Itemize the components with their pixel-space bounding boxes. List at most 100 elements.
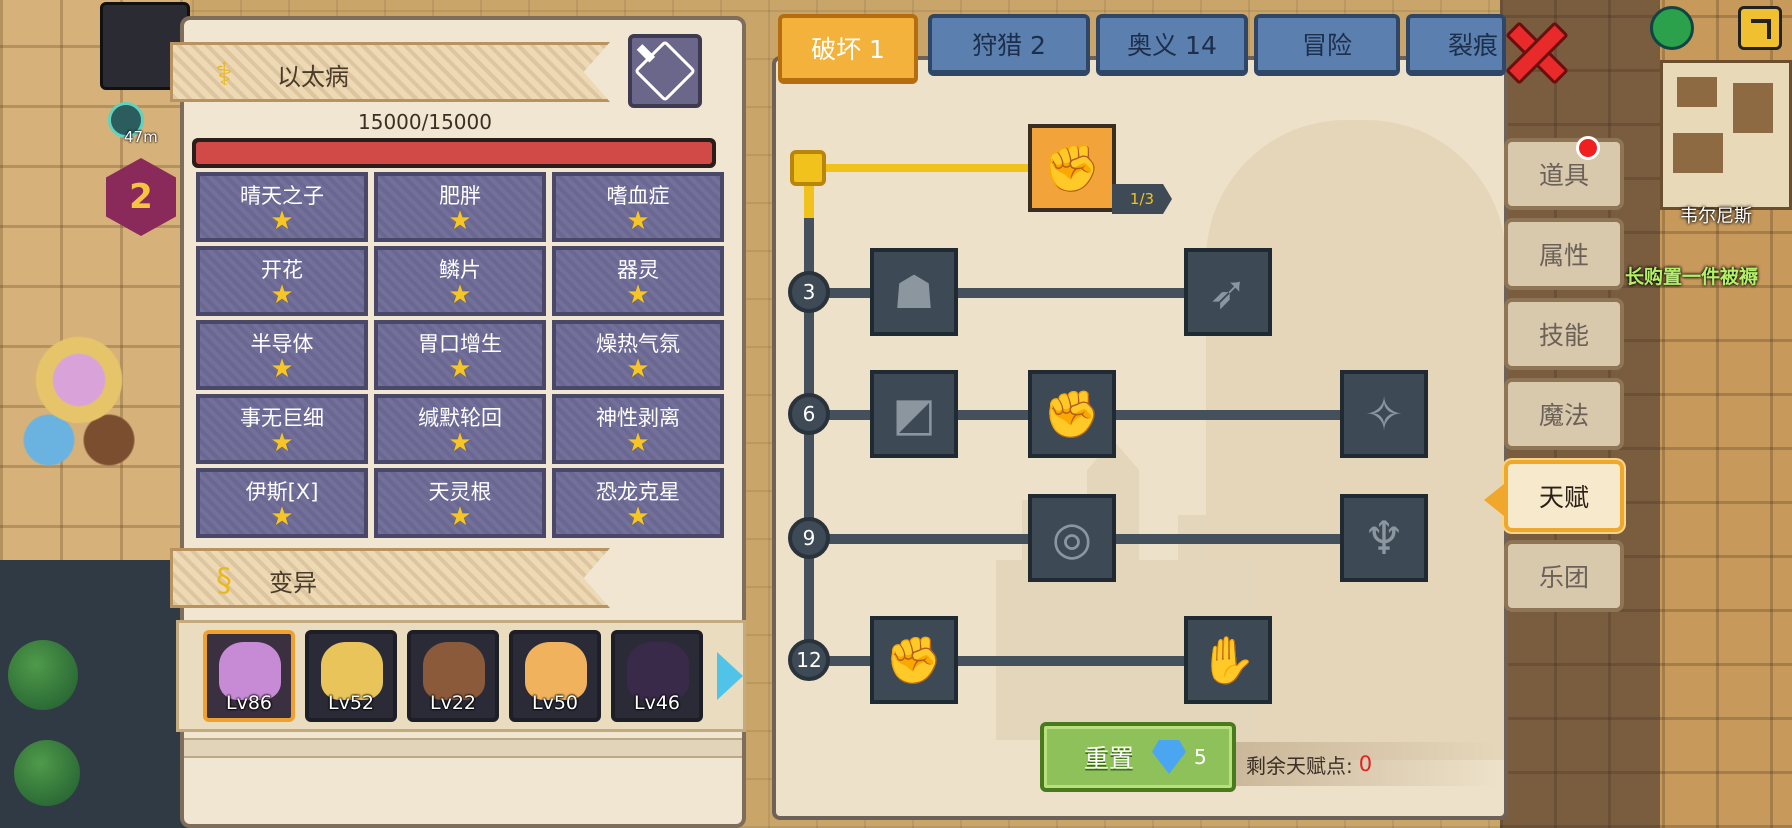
trait-card[interactable]: 燥热气氛 ★ bbox=[552, 320, 724, 390]
reset-button[interactable]: 重置 5 bbox=[1040, 722, 1236, 792]
character-card[interactable]: Lv50 bbox=[509, 630, 601, 722]
trait-name: 恐龙克星 bbox=[596, 480, 680, 504]
side-menu-item-4[interactable]: 天赋 bbox=[1504, 460, 1624, 532]
trait-name: 器灵 bbox=[617, 258, 659, 282]
caduceus-icon: ⚕ bbox=[215, 55, 233, 93]
side-menu-item-0[interactable]: 道具 bbox=[1504, 138, 1624, 210]
side-menu-item-3[interactable]: 魔法 bbox=[1504, 378, 1624, 450]
trait-card[interactable]: 恐龙克星 ★ bbox=[552, 468, 724, 538]
muscle-body-icon[interactable]: ☗ bbox=[870, 248, 958, 336]
tier-level-node: 3 bbox=[788, 271, 830, 313]
skill-glyph: ◎ bbox=[1051, 511, 1093, 565]
character-level: Lv86 bbox=[225, 692, 272, 714]
star-icon: ★ bbox=[270, 206, 294, 236]
trait-card[interactable]: 伊斯[X] ★ bbox=[196, 468, 368, 538]
character-card[interactable]: Lv22 bbox=[407, 630, 499, 722]
side-menu-item-5[interactable]: 乐团 bbox=[1504, 540, 1624, 612]
character-list: Lv86 Lv52 Lv22 Lv50 Lv46 bbox=[176, 620, 746, 732]
remaining-points: 剩余天赋点: 0 bbox=[1236, 742, 1498, 786]
disease-header: ⚕ 以太病 bbox=[170, 42, 610, 102]
trait-card[interactable]: 器灵 ★ bbox=[552, 246, 724, 316]
next-page-arrow-icon[interactable] bbox=[717, 652, 743, 700]
character-card[interactable]: Lv86 bbox=[203, 630, 295, 722]
trait-name: 事无巨细 bbox=[240, 406, 324, 430]
disease-title: 以太病 bbox=[277, 63, 349, 91]
tab-3[interactable]: 冒险 bbox=[1254, 14, 1400, 76]
tab-2[interactable]: 奥义 14 bbox=[1096, 14, 1248, 76]
root-connector bbox=[814, 164, 1028, 172]
star-icon: ★ bbox=[448, 354, 472, 384]
star-icon: ★ bbox=[270, 354, 294, 384]
tier-level-node: 12 bbox=[788, 639, 830, 681]
character-card[interactable]: Lv52 bbox=[305, 630, 397, 722]
trait-name: 晴天之子 bbox=[240, 184, 324, 208]
trait-name: 神性剥离 bbox=[596, 406, 680, 430]
trait-card[interactable]: 晴天之子 ★ bbox=[196, 172, 368, 242]
tree-icon bbox=[14, 740, 80, 806]
disease-hp-bar bbox=[192, 138, 716, 168]
trait-card[interactable]: 天灵根 ★ bbox=[374, 468, 546, 538]
tab-0[interactable]: 破坏 1 bbox=[778, 14, 918, 84]
shockwave-icon[interactable]: ◎ bbox=[1028, 494, 1116, 582]
skill-glyph: ☗ bbox=[893, 265, 935, 319]
tab-1[interactable]: 狩猎 2 bbox=[928, 14, 1090, 76]
tier-level-node: 9 bbox=[788, 517, 830, 559]
trait-card[interactable]: 事无巨细 ★ bbox=[196, 394, 368, 464]
tree-spine-active bbox=[804, 184, 814, 218]
minimap[interactable] bbox=[1660, 60, 1792, 210]
arrow-strike-icon[interactable]: ➶ bbox=[1184, 248, 1272, 336]
trait-card[interactable]: 开花 ★ bbox=[196, 246, 368, 316]
reset-cost: 5 bbox=[1194, 745, 1207, 769]
trait-card[interactable]: 神性剥离 ★ bbox=[552, 394, 724, 464]
mutation-title: 变异 bbox=[269, 569, 317, 597]
fist-icon[interactable]: ✊ bbox=[870, 616, 958, 704]
star-icon: ★ bbox=[448, 428, 472, 458]
trait-card[interactable]: 嗜血症 ★ bbox=[552, 172, 724, 242]
party-sprites bbox=[4, 300, 154, 500]
star-icon: ★ bbox=[270, 280, 294, 310]
trait-name: 胃口增生 bbox=[418, 332, 502, 356]
skill-glyph: ✊ bbox=[1043, 141, 1101, 195]
trait-card[interactable]: 肥胖 ★ bbox=[374, 172, 546, 242]
star-icon: ★ bbox=[448, 502, 472, 532]
star-icon: ★ bbox=[270, 428, 294, 458]
star-icon: ★ bbox=[626, 502, 650, 532]
trait-card[interactable]: 半导体 ★ bbox=[196, 320, 368, 390]
trait-card[interactable]: 缄默轮回 ★ bbox=[374, 394, 546, 464]
dna-icon: § bbox=[216, 561, 232, 599]
character-level: Lv22 bbox=[429, 692, 476, 714]
side-menu-item-1[interactable]: 属性 bbox=[1504, 218, 1624, 290]
trait-grid: 晴天之子 ★ 肥胖 ★ 嗜血症 ★ 开花 ★ 鳞片 ★ 器灵 ★ 半导体 ★ 胃口增生 ★ 燥热气氛 ★ 事无巨细 ★… bbox=[196, 172, 724, 538]
punch-icon[interactable]: ✊ bbox=[1028, 370, 1116, 458]
side-menu-item-2[interactable]: 技能 bbox=[1504, 298, 1624, 370]
splash-hit-icon[interactable]: ✧ bbox=[1340, 370, 1428, 458]
fullscreen-icon[interactable] bbox=[1738, 6, 1782, 50]
trait-name: 鳞片 bbox=[439, 258, 481, 282]
skill-progress: 1/3 bbox=[1112, 184, 1172, 214]
distance-label: 47m bbox=[124, 128, 158, 146]
syringe-button[interactable] bbox=[628, 34, 702, 108]
close-icon[interactable] bbox=[1508, 24, 1566, 82]
trait-name: 嗜血症 bbox=[606, 184, 670, 208]
clenched-hand-icon[interactable]: ✋ bbox=[1184, 616, 1272, 704]
star-icon: ★ bbox=[626, 354, 650, 384]
trait-card[interactable]: 鳞片 ★ bbox=[374, 246, 546, 316]
trait-name: 开花 bbox=[261, 258, 303, 282]
bat-wings-icon[interactable]: ♆ bbox=[1340, 494, 1428, 582]
skill-glyph: ✊ bbox=[1043, 387, 1101, 441]
skill-glyph: ♆ bbox=[1363, 511, 1405, 565]
skill-glyph: ➶ bbox=[1208, 265, 1248, 319]
star-icon: ★ bbox=[270, 502, 294, 532]
arm-wrestle-icon[interactable]: ✊ bbox=[1028, 124, 1116, 212]
skill-glyph: ◩ bbox=[892, 387, 936, 441]
trait-card[interactable]: 胃口增生 ★ bbox=[374, 320, 546, 390]
network-icon[interactable] bbox=[1650, 6, 1694, 50]
skill-glyph: ✊ bbox=[885, 633, 943, 687]
tab-4[interactable]: 裂痕 bbox=[1406, 14, 1506, 76]
trait-name: 燥热气氛 bbox=[596, 332, 680, 356]
shatter-icon[interactable]: ◩ bbox=[870, 370, 958, 458]
character-card[interactable]: Lv46 bbox=[611, 630, 703, 722]
panel-stripe bbox=[184, 738, 742, 758]
character-level: Lv52 bbox=[327, 692, 374, 714]
character-level: Lv46 bbox=[633, 692, 680, 714]
